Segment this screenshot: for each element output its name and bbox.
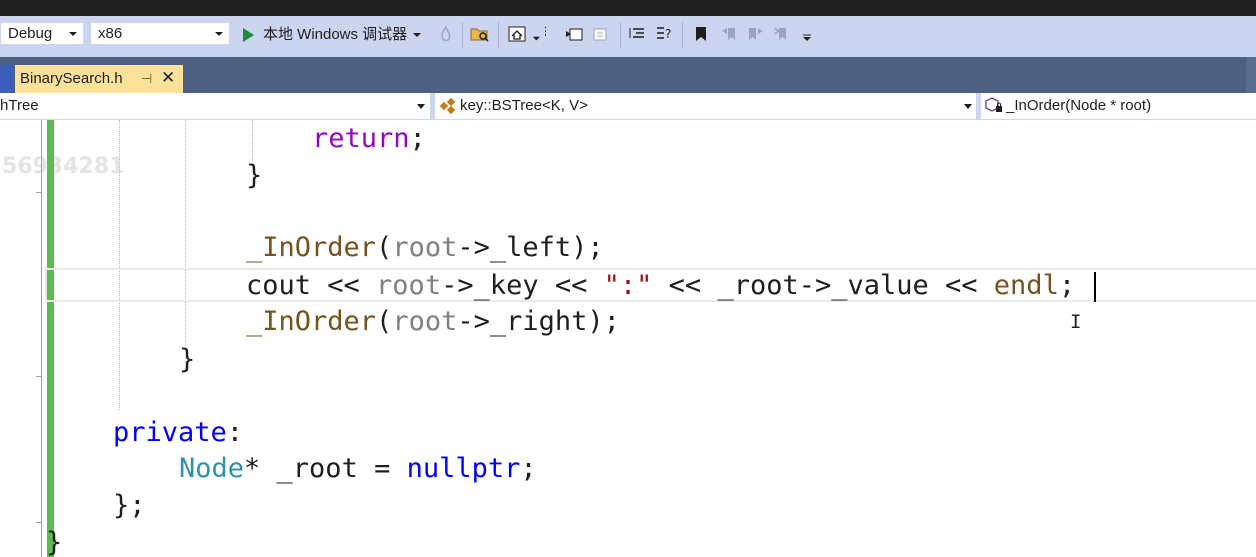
title-strip: [0, 0, 1256, 16]
previous-bookmark-icon[interactable]: [720, 23, 740, 45]
member-value: _InOrder(Node * root): [1006, 97, 1152, 114]
toolbar: Debug x86 本地 Windows 调试器 ?: [0, 16, 1256, 57]
home-window-icon[interactable]: [507, 23, 527, 45]
solution-config-dropdown[interactable]: Debug: [0, 22, 84, 45]
play-icon: [243, 28, 254, 42]
text-caret: [1094, 272, 1096, 302]
outline-tick: [36, 522, 41, 523]
code-line: }: [246, 160, 263, 191]
code-line: return;: [312, 123, 426, 154]
code-line: }: [179, 344, 196, 375]
project-value: hTree: [0, 97, 39, 114]
chevron-down-icon: [413, 33, 422, 37]
toolbar-separator: [620, 22, 621, 48]
outline-tick: [36, 192, 41, 193]
indent-icon[interactable]: [591, 23, 611, 45]
outline-tick: [36, 376, 41, 377]
nav-separator: [430, 93, 435, 120]
member-dropdown[interactable]: _InOrder(Node * root): [985, 94, 1256, 118]
platform-dropdown[interactable]: x86: [90, 22, 230, 45]
bookmark-icon[interactable]: [691, 23, 711, 45]
watermark: 56934281: [2, 154, 125, 179]
code-line: private:: [113, 417, 244, 448]
code-line: _InOrder(root->_left);: [246, 232, 604, 263]
scope-value: key::BSTree<K, V>: [460, 97, 588, 114]
solution-config-value: Debug: [8, 25, 53, 42]
chevron-down-icon: [417, 104, 425, 109]
chevron-down-icon: [964, 104, 972, 109]
tab-binarysearch-h[interactable]: BinarySearch.h ⊣ ✕: [15, 65, 183, 93]
chevron-down-icon: [69, 32, 77, 36]
start-debugging-button[interactable]: 本地 Windows 调试器: [241, 24, 422, 46]
comment-lines-icon[interactable]: [627, 23, 647, 45]
uncomment-lines-icon[interactable]: ?: [654, 23, 674, 45]
svg-text:?: ?: [665, 27, 671, 41]
scope-dropdown[interactable]: key::BSTree<K, V>: [440, 94, 976, 118]
indent-guide: [119, 120, 120, 410]
project-dropdown[interactable]: hTree: [0, 94, 430, 118]
class-icon: [440, 98, 456, 114]
toolbar-separator: [682, 22, 683, 48]
tab-label: BinarySearch.h: [20, 70, 123, 87]
pin-icon[interactable]: ⊣: [141, 71, 152, 87]
outdent-icon[interactable]: [564, 23, 584, 45]
toolbar-separator: [498, 22, 499, 48]
document-tab-bar: BinarySearch.h ⊣ ✕: [0, 57, 1256, 93]
code-editor[interactable]: 56934281 return; } _InOrder(root->_left)…: [0, 120, 1256, 557]
ibeam-cursor-icon: I: [1070, 311, 1082, 333]
debugger-label: 本地 Windows 调试器: [263, 26, 408, 43]
next-bookmark-icon[interactable]: [746, 23, 766, 45]
find-in-files-icon[interactable]: [470, 23, 490, 45]
private-method-icon: [985, 97, 1002, 112]
code-line: _InOrder(root->_right);: [246, 306, 620, 337]
code-line: };: [113, 490, 146, 521]
editor-margin: [0, 120, 28, 557]
outline-line: [41, 120, 42, 557]
nav-separator: [976, 93, 981, 120]
tab-well-marker: [0, 65, 13, 93]
clear-bookmarks-icon[interactable]: [773, 23, 793, 45]
step-icon[interactable]: [530, 23, 550, 45]
platform-value: x86: [98, 25, 123, 42]
navigation-bar: hTree key::BSTree<K, V> _InOrder(Node * …: [0, 93, 1256, 120]
hot-reload-icon[interactable]: [436, 23, 456, 45]
chevron-down-icon: [215, 32, 223, 36]
code-line: Node* _root = nullptr;: [179, 453, 537, 484]
toolbar-overflow-icon[interactable]: [797, 23, 817, 45]
code-line: }: [46, 527, 63, 557]
tab-bar-edge: [1246, 57, 1256, 93]
toolbar-separator: [462, 22, 463, 48]
close-icon[interactable]: ✕: [161, 68, 175, 88]
indent-guide: [185, 120, 186, 345]
change-tracking-bar: [47, 120, 54, 557]
code-line-current: cout << root->_key << ":" << _root->_val…: [246, 270, 1076, 301]
